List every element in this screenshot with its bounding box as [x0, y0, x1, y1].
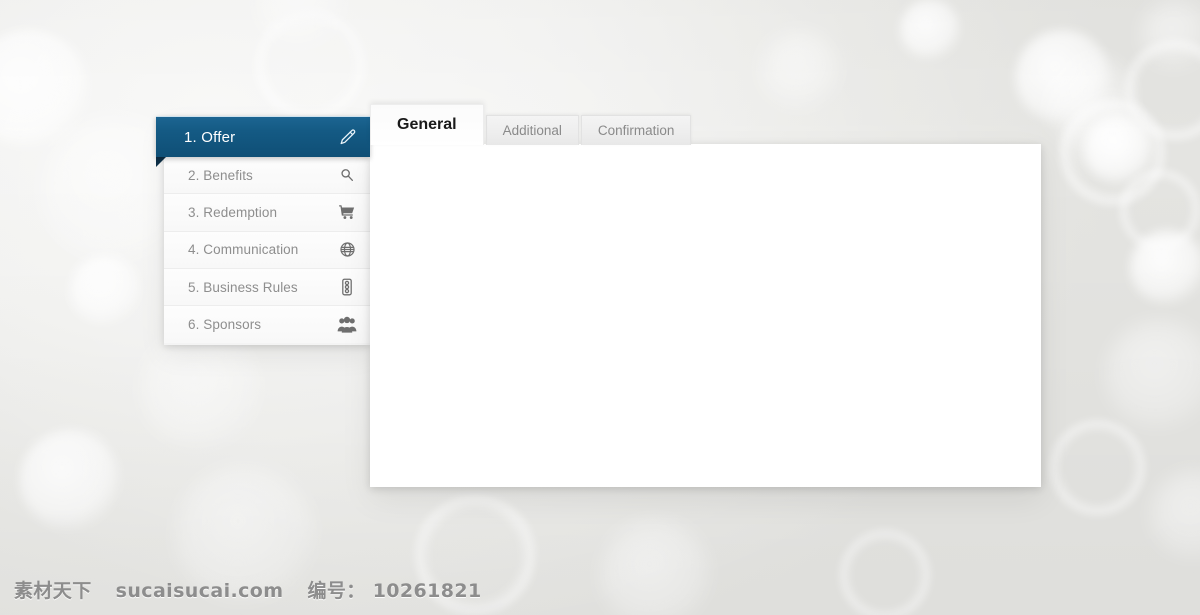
watermark-id-label: 编号：	[307, 580, 366, 602]
tab-label: Confirmation	[597, 123, 675, 138]
sidebar-item-label: 3. Redemption	[188, 204, 278, 220]
pencil-icon	[330, 128, 364, 147]
tab-bar: General Additional Confirmation	[370, 104, 1041, 145]
people-group-icon	[330, 316, 364, 333]
tab-confirmation[interactable]: Confirmation	[580, 115, 692, 145]
magnifier-icon	[330, 167, 364, 183]
tab-additional[interactable]: Additional	[485, 115, 579, 145]
sidebar-item-redemption[interactable]: 3. Redemption	[164, 194, 370, 232]
sidebar-item-business-rules[interactable]: 5. Business Rules	[164, 268, 370, 307]
sidebar-item-label: 4. Communication	[188, 242, 299, 258]
globe-icon	[330, 241, 364, 258]
screenshot-stage: 1. Offer 2. Benefits 3. Redemption 4. Co…	[0, 0, 1200, 615]
traffic-light-icon	[330, 278, 364, 296]
sidebar-item-label: 5. Business Rules	[188, 279, 298, 295]
ribbon-fold-corner	[156, 157, 166, 167]
tab-label: Additional	[502, 123, 562, 138]
stock-photo-watermark: 素材天下 sucaisucai.com 编号： 10261821	[14, 576, 482, 603]
wizard-step-sidebar: 1. Offer 2. Benefits 3. Redemption 4. Co…	[156, 116, 370, 345]
watermark-site-url: sucaisucai.com	[115, 580, 284, 602]
sidebar-item-communication[interactable]: 4. Communication	[164, 231, 370, 269]
watermark-id-value: 10261821	[372, 580, 482, 602]
tab-general[interactable]: General	[370, 104, 484, 145]
sidebar-item-label: 1. Offer	[184, 128, 236, 146]
watermark-site-cn: 素材天下	[14, 580, 92, 602]
sidebar-item-label: 2. Benefits	[188, 167, 253, 183]
sidebar-item-benefits[interactable]: 2. Benefits	[164, 157, 370, 195]
content-panel-wrapper: General Additional Confirmation	[370, 104, 1041, 487]
tab-content-panel	[370, 144, 1041, 487]
sidebar-item-label: 6. Sponsors	[188, 317, 262, 333]
sidebar-item-offer[interactable]: 1. Offer	[156, 116, 370, 157]
sidebar-item-sponsors[interactable]: 6. Sponsors	[164, 306, 370, 344]
tab-label: General	[397, 116, 457, 133]
shopping-cart-icon	[330, 203, 364, 221]
